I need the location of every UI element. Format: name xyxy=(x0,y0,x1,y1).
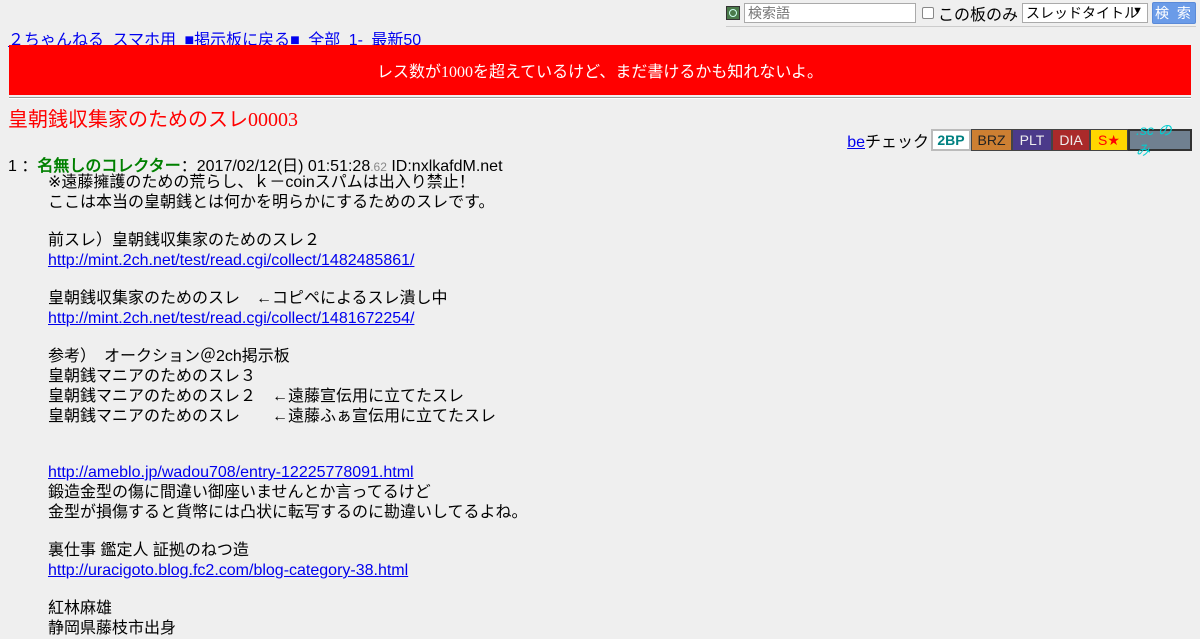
post-line: 皇朝銭収集家のためのスレ ←コピペによるスレ潰し中 xyxy=(48,290,448,307)
badge-dia-button[interactable]: DIA xyxy=(1052,129,1090,151)
post-line: 裏仕事 鑑定人 証拠のねつ造 xyxy=(48,542,249,559)
post-line: ここは本当の皇朝銭とは何かを明らかにするためのスレです。 xyxy=(48,194,495,211)
search-scope-select[interactable]: スレッドタイトル ▼ xyxy=(1022,3,1148,23)
divider xyxy=(9,97,1191,99)
post-line: 参考） オークション＠2ch掲示板 xyxy=(48,348,290,365)
badge-s-star-button[interactable]: S★ xyxy=(1090,129,1128,151)
search-button[interactable]: 検 索 xyxy=(1152,2,1196,24)
post-line: 前スレ）皇朝銭収集家のためのスレ２ xyxy=(48,232,321,249)
be-check-bar: beチェック 2BP BRZ PLT DIA S★ .sc のみ xyxy=(847,122,1192,158)
post-milliseconds: .62 xyxy=(370,160,387,174)
post-separator: ： xyxy=(21,158,38,175)
ameblo-link[interactable]: http://ameblo.jp/wadou708/entry-12225778… xyxy=(48,464,414,481)
post-line: ※遠藤擁護のための荒らし、ｋ－coinスパムは出入り禁止！ xyxy=(48,174,475,191)
badge-brz-button[interactable]: BRZ xyxy=(971,129,1012,151)
search-input[interactable] xyxy=(743,3,916,23)
be-link[interactable]: be xyxy=(847,134,865,151)
post-body: ※遠藤擁護のための荒らし、ｋ－coinスパムは出入り禁止！ ここは本当の皇朝銭と… xyxy=(48,173,528,639)
post-line: 金型が損傷すると貨幣には凸状に転写するのに勘違いしてるよね。 xyxy=(48,504,528,521)
post-number[interactable]: 1 xyxy=(8,158,17,175)
board-only-checkbox[interactable] xyxy=(921,7,934,19)
chevron-down-icon: ▼ xyxy=(1132,5,1143,17)
search-scope-value: スレッドタイトル xyxy=(1026,5,1138,21)
post-line: 皇朝銭マニアのためのスレ３ xyxy=(48,368,257,385)
badge-2bp-button[interactable]: 2BP xyxy=(931,129,971,151)
thread-title: 皇朝銭収集家のためのスレ00003 xyxy=(8,109,298,131)
badge-plt-button[interactable]: PLT xyxy=(1012,129,1052,151)
prev-thread-link[interactable]: http://mint.2ch.net/test/read.cgi/collec… xyxy=(48,252,414,269)
search-bar: この板のみ スレッドタイトル ▼ 検 索 xyxy=(725,1,1196,27)
res-limit-notice: レス数が1000を超えているけど、まだ書けるかも知れないよ。 xyxy=(9,45,1191,95)
post-line: 紅林麻雄 xyxy=(48,600,113,617)
be-check-label: チェック xyxy=(864,134,929,151)
post-line: 鍛造金型の傷に間違い御座いませんとか言ってるけど xyxy=(48,484,431,501)
badge-sc-only-button[interactable]: .sc のみ xyxy=(1128,122,1192,158)
uracigoto-blog-link[interactable]: http://uracigoto.blog.fc2.com/blog-categ… xyxy=(48,562,408,579)
post-line: 静岡県藤枝市出身 xyxy=(48,620,177,637)
copypaste-thread-link[interactable]: http://mint.2ch.net/test/read.cgi/collec… xyxy=(48,310,414,327)
2ch-logo-icon xyxy=(725,6,740,20)
post-line: 皇朝銭マニアのためのスレ ←遠藤ふぁ宣伝用に立てたスレ xyxy=(48,408,497,425)
post-line: 皇朝銭マニアのためのスレ２ ←遠藤宣伝用に立てたスレ xyxy=(48,388,465,405)
board-only-label: この板のみ xyxy=(937,7,1018,24)
